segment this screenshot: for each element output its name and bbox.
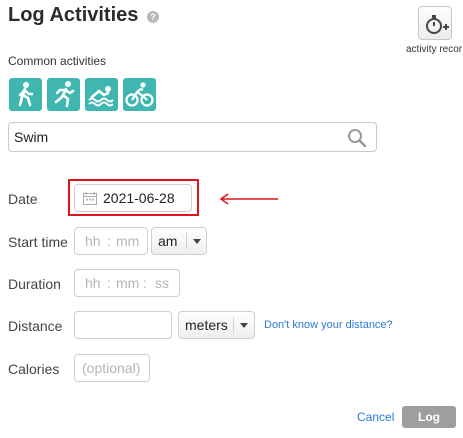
search-value: Swim <box>14 129 49 145</box>
calories-label: Calories <box>8 361 60 377</box>
distance-label: Distance <box>8 318 63 334</box>
chevron-down-icon <box>240 323 248 328</box>
ampm-value: am <box>158 233 178 249</box>
calories-input[interactable]: (optional) <box>74 354 150 382</box>
run-activity-button[interactable] <box>47 78 80 111</box>
distance-input[interactable] <box>74 311 172 339</box>
help-icon[interactable]: ? <box>147 11 159 23</box>
annotation-arrow <box>219 193 278 205</box>
search-icon[interactable] <box>347 128 367 148</box>
duration-colon-2: : <box>143 275 147 291</box>
walk-activity-button[interactable] <box>9 78 42 111</box>
cancel-button[interactable]: Cancel <box>357 410 394 424</box>
date-highlight-box <box>68 179 199 216</box>
page-title: Log Activities <box>8 4 139 26</box>
chevron-down-icon <box>193 239 201 244</box>
distance-unit-select[interactable]: meters <box>178 311 255 339</box>
select-separator <box>186 233 187 249</box>
start-hh-placeholder: hh <box>85 233 101 249</box>
log-button[interactable]: Log <box>402 406 456 428</box>
bike-icon <box>125 82 154 107</box>
duration-field[interactable]: hh : mm : ss <box>74 269 180 297</box>
distance-help-link[interactable]: Don't know your distance? <box>264 319 393 331</box>
start-time-field[interactable]: hh : mm <box>74 227 148 255</box>
distance-unit-value: meters <box>185 317 228 333</box>
common-activities-label: Common activities <box>8 54 107 68</box>
start-mm-placeholder: mm <box>116 233 140 249</box>
start-time-label: Start time <box>8 234 68 250</box>
walk-icon <box>18 82 34 107</box>
activity-record-button[interactable] <box>418 6 452 40</box>
date-label: Date <box>8 191 38 207</box>
ampm-select[interactable]: am <box>151 227 207 255</box>
select-separator <box>233 317 234 333</box>
activity-search-input[interactable]: Swim <box>8 122 377 152</box>
duration-mm-placeholder: mm <box>116 275 140 291</box>
duration-ss-placeholder: ss <box>155 275 169 291</box>
swim-icon <box>88 86 114 107</box>
run-icon <box>54 81 75 108</box>
stopwatch-plus-icon <box>426 15 449 34</box>
bike-activity-button[interactable] <box>123 78 156 111</box>
duration-colon-1: : <box>107 275 111 291</box>
calories-placeholder: (optional) <box>82 360 141 376</box>
activity-record-label: activity recor <box>406 44 463 55</box>
start-colon: : <box>107 233 111 249</box>
duration-hh-placeholder: hh <box>85 275 101 291</box>
swim-activity-button[interactable] <box>85 78 118 111</box>
duration-label: Duration <box>8 276 61 292</box>
